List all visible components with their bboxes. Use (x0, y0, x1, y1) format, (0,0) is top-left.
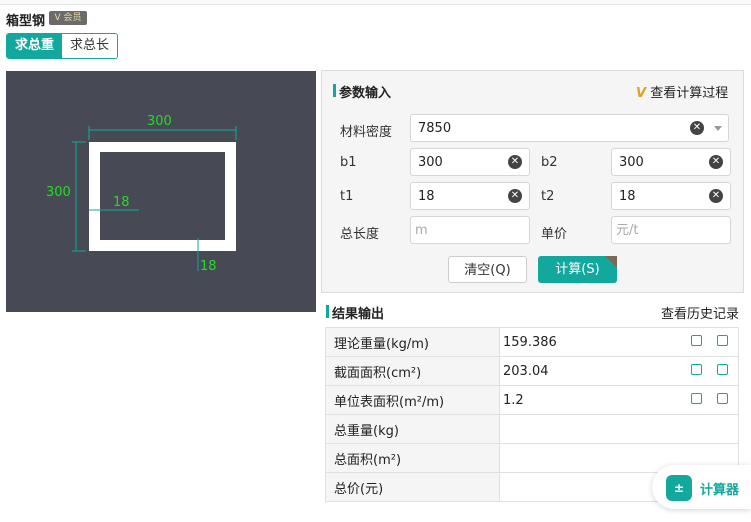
calculator-label: 计算器 (700, 483, 740, 498)
copy-icon[interactable] (717, 364, 728, 375)
t2-value: 18 (619, 189, 636, 204)
result-value-cell: 203.04 (499, 356, 739, 386)
result-key: 总面积(m²) (325, 443, 500, 473)
length-placeholder: m (415, 223, 428, 238)
clear-icon[interactable]: ✕ (508, 189, 522, 203)
calculator-widget[interactable]: ± 计算器 (652, 465, 751, 509)
result-key: 截面面积(cm²) (325, 356, 500, 386)
calculate-button[interactable]: 计算(S) (538, 256, 617, 283)
density-value: 7850 (418, 121, 452, 136)
view-process-label: 查看计算过程 (650, 86, 729, 101)
result-value (499, 414, 739, 444)
tab-total-weight[interactable]: 求总重 (7, 34, 63, 58)
clear-icon[interactable]: ✕ (709, 155, 723, 169)
calculate-label: 计算(S) (555, 262, 600, 277)
density-label: 材料密度 (340, 125, 393, 140)
t2-input[interactable]: 18 ✕ (611, 182, 731, 210)
clear-icon[interactable]: ✕ (709, 189, 723, 203)
clear-icon[interactable]: ✕ (690, 121, 704, 135)
copy-icon[interactable] (717, 335, 728, 346)
table-row: 截面面积(cm²) 203.04 (325, 356, 739, 386)
history-link[interactable]: 查看历史记录 (661, 303, 739, 322)
table-row: 理论重量(kg/m) 159.386 (325, 327, 739, 357)
b2-value: 300 (619, 155, 644, 170)
copy-icon[interactable] (717, 393, 728, 404)
box-steel-diagram: 300 300 18 18 (46, 114, 237, 274)
t1-label: t1 (340, 189, 354, 204)
t1-input[interactable]: 18 ✕ (410, 182, 530, 210)
calculator-icon: ± (666, 475, 692, 501)
chevron-down-icon[interactable] (714, 126, 722, 131)
save-icon[interactable] (691, 335, 702, 346)
result-key: 单位表面积(m²/m) (325, 385, 500, 415)
width-label: 300 (147, 114, 172, 129)
result-value-cell: 159.386 (499, 327, 739, 357)
results-section-title: 结果输出 (326, 303, 384, 322)
save-icon[interactable] (691, 364, 702, 375)
result-key: 总重量(kg) (325, 414, 500, 444)
height-label: 300 (46, 185, 71, 200)
result-value: 159.386 (503, 334, 557, 350)
view-process-link[interactable]: V 查看计算过程 (636, 82, 728, 101)
table-row: 单位表面积(m²/m) 1.2 (325, 385, 739, 415)
result-value-cell: 1.2 (499, 385, 739, 415)
result-key: 总价(元) (325, 472, 500, 502)
vip-badge: V 会员 (49, 11, 87, 25)
b1-label: b1 (340, 155, 357, 170)
result-value: 1.2 (503, 392, 524, 408)
result-key: 理论重量(kg/m) (325, 327, 500, 357)
params-section-title: 参数输入 (333, 82, 391, 101)
top-border (0, 0, 751, 5)
length-input[interactable]: m (410, 216, 530, 244)
price-input[interactable]: 元/t (611, 216, 731, 244)
length-label: 总长度 (340, 227, 380, 242)
b2-label: b2 (541, 155, 558, 170)
tab-total-length[interactable]: 求总长 (62, 34, 118, 58)
price-label: 单价 (541, 227, 568, 242)
price-placeholder: 元/t (616, 223, 639, 238)
clear-icon[interactable]: ✕ (508, 155, 522, 169)
b1-value: 300 (418, 155, 443, 170)
process-icon: V (636, 86, 647, 101)
page-title: 箱型钢 (6, 14, 46, 29)
t1-value: 18 (418, 189, 435, 204)
table-row: 总重量(kg) (325, 414, 739, 444)
t2-label: 18 (200, 259, 217, 274)
b1-input[interactable]: 300 ✕ (410, 148, 530, 176)
clear-button[interactable]: 清空(Q) (448, 256, 527, 283)
params-panel: 参数输入 V 查看计算过程 材料密度 7850 ✕ b1 300 ✕ b2 30… (321, 70, 744, 293)
save-icon[interactable] (691, 393, 702, 404)
b2-input[interactable]: 300 ✕ (611, 148, 731, 176)
vip-corner-icon (605, 256, 617, 268)
t1-label: 18 (113, 195, 130, 210)
t2-label: t2 (541, 189, 555, 204)
mode-tabs: 求总重 求总长 (6, 33, 119, 59)
density-select[interactable]: 7850 ✕ (410, 114, 729, 142)
result-value: 203.04 (503, 363, 549, 379)
section-diagram: 300 300 18 18 (6, 71, 316, 312)
